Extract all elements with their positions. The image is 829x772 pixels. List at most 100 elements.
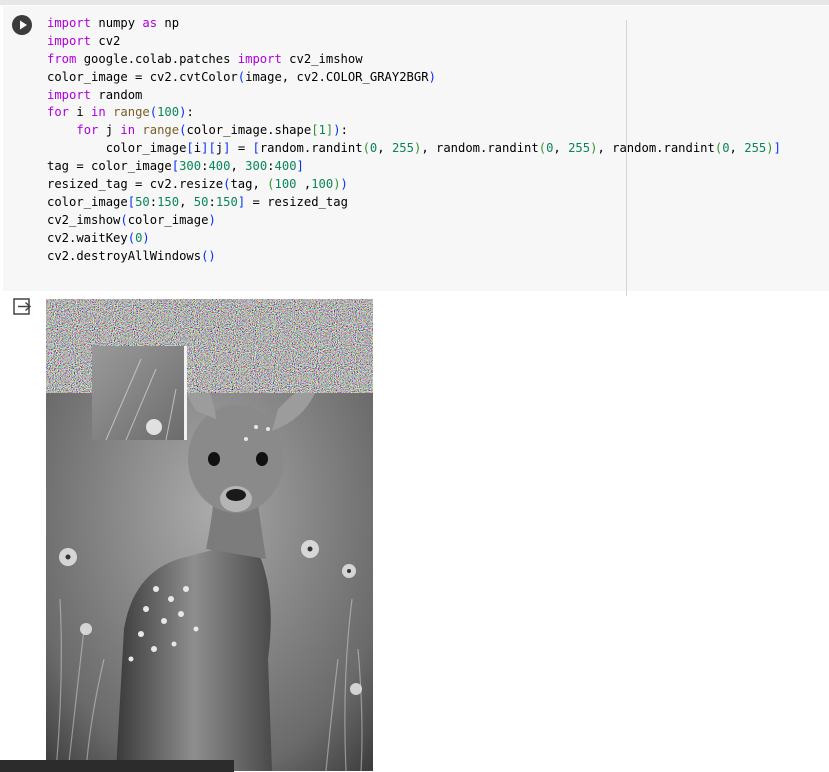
code-token: for xyxy=(76,123,99,138)
code-token: image, cv2.COLOR_GRAY2BGR xyxy=(245,69,429,84)
code-token: from xyxy=(47,51,77,66)
code-line[interactable]: resized_tag = cv2.resize(tag, (100 ,100)… xyxy=(47,176,781,194)
code-token: 400 xyxy=(208,159,231,174)
code-token: import xyxy=(47,33,92,48)
code-token: import xyxy=(237,51,282,66)
code-token: ( xyxy=(149,105,158,120)
code-line[interactable]: import random xyxy=(47,87,781,105)
code-token: ) xyxy=(428,69,436,84)
notebook-top-border xyxy=(0,0,829,5)
code-token: , random.randint xyxy=(421,141,539,156)
code-token: color_image.shape xyxy=(186,123,312,138)
code-token: 100 xyxy=(274,177,297,192)
code-line[interactable]: from google.colab.patches import cv2_ims… xyxy=(47,51,781,69)
code-token: [ xyxy=(186,141,194,156)
output-image xyxy=(46,299,373,771)
code-token: [ xyxy=(127,194,136,209)
code-token: : xyxy=(267,159,275,174)
code-token: tag = color_image xyxy=(47,159,172,174)
code-token: cv2_imshow xyxy=(47,212,121,227)
code-token: , xyxy=(553,141,569,156)
code-token: cv2.waitKey xyxy=(47,230,128,245)
code-token: ] xyxy=(296,159,304,174)
code-token: color_image = cv2.cvtColor xyxy=(47,69,238,84)
code-token: ) xyxy=(333,177,341,192)
code-token: import xyxy=(47,87,92,102)
code-token: range xyxy=(113,105,150,120)
code-token: [ xyxy=(208,141,216,156)
output-redirect-icon[interactable] xyxy=(13,298,32,315)
code-token: : xyxy=(340,123,348,138)
code-token: : xyxy=(149,194,158,209)
code-token: 100 xyxy=(157,105,180,120)
code-token: in xyxy=(120,123,136,138)
code-token: [ xyxy=(252,141,260,156)
code-token: ( xyxy=(362,141,370,156)
code-token: 255 xyxy=(568,141,591,156)
code-token: [ xyxy=(311,123,319,138)
code-token: 50 xyxy=(135,194,150,209)
code-token: color_image xyxy=(127,212,209,227)
code-line[interactable]: for i in range(100): xyxy=(47,104,781,122)
code-token: ( xyxy=(127,230,136,245)
code-token: 300 xyxy=(245,159,268,174)
code-line[interactable]: cv2.waitKey(0) xyxy=(47,230,781,248)
code-token: 150 xyxy=(157,194,180,209)
code-token: 0 xyxy=(722,141,730,156)
deer-image-with-noise xyxy=(46,299,373,771)
code-token: color_image xyxy=(47,194,128,209)
code-line[interactable]: color_image = cv2.cvtColor(image, cv2.CO… xyxy=(47,69,781,87)
code-line[interactable]: color_image[i][j] = [random.randint(0, 2… xyxy=(47,140,781,158)
code-token: () xyxy=(201,248,216,263)
code-token: , xyxy=(377,141,392,156)
code-token: = xyxy=(230,141,253,156)
code-token: 100 xyxy=(311,177,334,192)
code-token: , xyxy=(729,141,745,156)
code-line[interactable]: color_image[50:150, 50:150] = resized_ta… xyxy=(47,194,781,212)
code-token: range xyxy=(142,123,180,138)
code-token: 400 xyxy=(274,159,297,174)
code-line[interactable]: cv2_imshow(color_image) xyxy=(47,212,781,230)
code-token: color_image xyxy=(47,141,187,156)
code-token: ) xyxy=(142,230,150,245)
code-token: cv2 xyxy=(91,33,121,48)
code-token: cv2_imshow xyxy=(281,51,363,66)
code-token: ) xyxy=(340,177,348,192)
code-line[interactable]: import numpy as np xyxy=(47,15,781,33)
code-line[interactable]: cv2.destroyAllWindows() xyxy=(47,248,781,266)
code-token: import xyxy=(47,16,92,30)
code-token: 50 xyxy=(193,194,209,209)
code-token: , random.randint xyxy=(597,141,715,156)
code-token: , xyxy=(296,177,312,192)
horizontal-scrollbar[interactable] xyxy=(0,760,234,772)
code-token: : xyxy=(186,105,194,120)
code-editor[interactable]: import numpy as np import cv2 from google.… xyxy=(47,15,781,265)
code-token: google.colab.patches xyxy=(76,51,238,66)
code-line[interactable]: import cv2 xyxy=(47,33,781,51)
code-token: = resized_tag xyxy=(245,194,348,209)
code-token: cv2.destroyAllWindows xyxy=(47,248,202,263)
run-cell-button[interactable] xyxy=(12,15,32,35)
code-token: : xyxy=(208,194,216,209)
play-circle-icon xyxy=(20,20,27,30)
code-token: i xyxy=(69,105,92,120)
code-token: in xyxy=(91,105,106,120)
code-token: tag, xyxy=(230,177,268,192)
code-line[interactable]: tag = color_image[300:400, 300:400] xyxy=(47,158,781,176)
code-token: ) xyxy=(333,123,341,138)
code-token: resized_tag = cv2.resize xyxy=(47,177,224,192)
code-token: random xyxy=(91,87,143,102)
code-token: for xyxy=(47,105,70,120)
code-token: , xyxy=(179,194,194,209)
code-token: ] xyxy=(773,141,781,156)
code-token: 255 xyxy=(744,141,767,156)
code-token: 300 xyxy=(179,159,202,174)
code-token: ( xyxy=(538,141,547,156)
code-token: i xyxy=(193,141,202,156)
code-token: 150 xyxy=(215,194,238,209)
code-token: , xyxy=(230,159,246,174)
code-line[interactable]: for j in range(color_image.shape[1]): xyxy=(47,122,781,140)
code-token: numpy xyxy=(91,16,143,30)
